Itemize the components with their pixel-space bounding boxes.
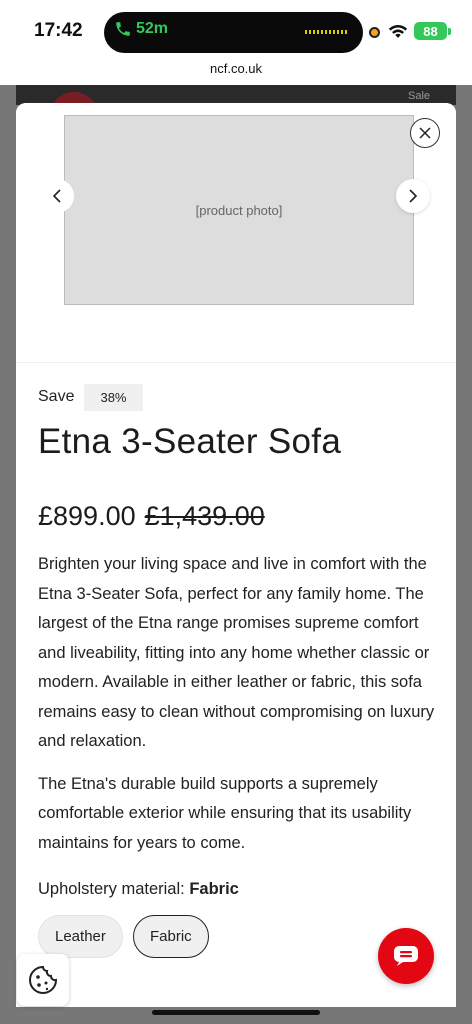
battery-level: 88 [423, 23, 438, 39]
description-paragraph: The Etna's durable build supports a supr… [38, 774, 412, 852]
option-label: Fabric [150, 928, 192, 945]
material-row: Upholstery material: Fabric [38, 880, 438, 899]
close-icon [419, 127, 431, 139]
product-image[interactable]: [product photo] [64, 115, 414, 305]
address-bar[interactable]: ncf.co.uk [0, 56, 472, 86]
battery-indicator: 88 [414, 22, 447, 40]
wifi-icon [388, 24, 408, 38]
gallery-prev-button[interactable] [40, 179, 74, 213]
option-fabric[interactable]: Fabric [133, 915, 209, 958]
close-button[interactable] [410, 118, 440, 148]
discount-badge: 38% [84, 383, 143, 411]
status-bar: 17:42 52m 88 [0, 0, 472, 62]
save-row: Save 38% [38, 383, 438, 411]
original-price: £1,439.00 [144, 501, 265, 531]
price-row: £899.00 £1,439.00 [38, 501, 438, 532]
description-paragraph: Brighten your living space and live in c… [38, 555, 435, 750]
cookie-icon [29, 965, 58, 994]
product-gallery: [product photo] [16, 103, 456, 363]
dynamic-island[interactable]: 52m [104, 12, 363, 53]
call-duration: 52m [136, 20, 169, 37]
chat-icon [394, 946, 418, 966]
option-leather[interactable]: Leather [38, 915, 123, 958]
gallery-next-button[interactable] [396, 179, 430, 213]
product-description: Brighten your living space and live in c… [38, 550, 438, 858]
background-sale-label: Sale [408, 90, 431, 102]
url-text: ncf.co.uk [209, 61, 263, 76]
product-details: Save 38% Etna 3-Seater Sofa £899.00 £1,4… [38, 383, 438, 958]
chat-button[interactable] [378, 928, 434, 984]
chevron-right-icon [409, 189, 418, 203]
audio-waveform [305, 30, 349, 34]
current-price: £899.00 [38, 501, 136, 531]
product-title: Etna 3-Seater Sofa [38, 422, 342, 461]
battery-cap [448, 28, 451, 35]
status-time: 17:42 [34, 20, 83, 41]
material-value: Fabric [189, 880, 239, 898]
phone-icon [116, 22, 130, 36]
home-indicator [152, 1010, 320, 1015]
option-label: Leather [55, 928, 106, 945]
material-label: Upholstery material: [38, 880, 185, 898]
chevron-left-icon [52, 189, 61, 203]
call-indicator: 52m [114, 20, 168, 38]
save-label: Save [38, 388, 75, 405]
product-quick-view-modal: [product photo] Save 38% Etna 3-Seater S… [16, 103, 456, 1007]
cookie-settings-button[interactable] [17, 954, 69, 1006]
recording-indicator [369, 27, 380, 38]
